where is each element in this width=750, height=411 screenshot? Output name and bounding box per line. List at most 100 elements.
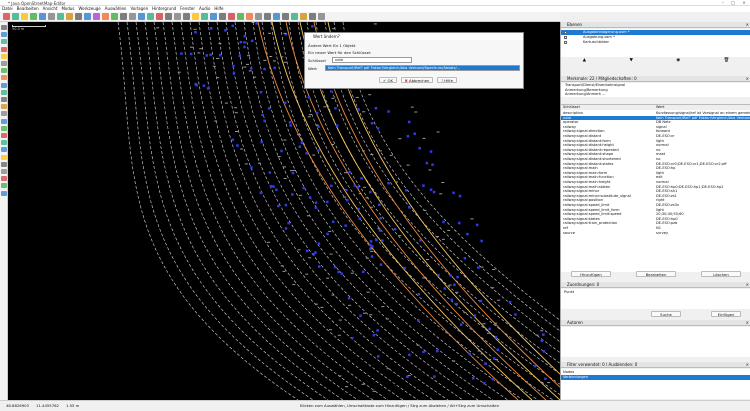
toolbar-button-icon[interactable] <box>48 13 55 20</box>
signal-node[interactable] <box>287 221 290 225</box>
signal-node[interactable] <box>433 375 436 378</box>
mode-button-icon[interactable] <box>1 61 7 66</box>
signal-node[interactable] <box>189 52 193 56</box>
signal-node[interactable] <box>358 217 362 220</box>
mode-button-icon[interactable] <box>1 39 7 45</box>
signal-node[interactable] <box>317 242 321 245</box>
signal-node[interactable] <box>348 170 351 174</box>
signal-node[interactable] <box>333 265 337 269</box>
signal-node[interactable] <box>263 67 266 71</box>
signal-node[interactable] <box>477 266 480 269</box>
mode-button-icon[interactable] <box>1 46 7 52</box>
signal-node[interactable] <box>387 110 390 113</box>
signal-node[interactable] <box>268 171 272 174</box>
signal-node[interactable] <box>378 203 381 207</box>
signal-node[interactable] <box>437 273 440 277</box>
mode-button-icon[interactable] <box>1 183 7 189</box>
filter-row[interactable]: Nodes <box>561 370 750 375</box>
toolbar-button-icon[interactable] <box>93 13 100 20</box>
signal-node[interactable] <box>272 185 275 188</box>
mode-button-icon[interactable] <box>1 133 7 138</box>
selection-panel-header[interactable]: Merkmale: 22 / Mitgliedschaften: 0 × <box>561 76 750 82</box>
signal-node[interactable] <box>236 144 239 147</box>
toolbar-button-icon[interactable] <box>39 13 46 20</box>
signal-node[interactable] <box>514 313 517 316</box>
signal-node[interactable] <box>473 314 476 317</box>
toolbar-button-icon[interactable] <box>219 13 226 20</box>
signal-node[interactable] <box>326 232 329 236</box>
tag-row[interactable]: source survey <box>561 231 750 236</box>
signal-node[interactable] <box>408 206 411 209</box>
signal-node[interactable] <box>317 125 320 128</box>
mode-button-icon[interactable] <box>1 176 7 182</box>
signal-node[interactable] <box>362 270 365 274</box>
cancel-button[interactable]: ✖ Abbrechen <box>401 77 433 83</box>
ok-button[interactable]: ✔ OK <box>379 77 397 83</box>
signal-node[interactable] <box>243 45 246 49</box>
signal-node[interactable] <box>314 206 318 210</box>
signal-node[interactable] <box>376 127 380 130</box>
signal-node[interactable] <box>232 72 236 75</box>
toolbar-button-icon[interactable] <box>273 13 280 20</box>
signal-node[interactable] <box>372 334 376 337</box>
toolbar-button-icon[interactable] <box>210 13 217 20</box>
signal-node[interactable] <box>387 182 390 185</box>
layer-row[interactable]: Ausgabung.osm * <box>561 35 750 40</box>
signal-node[interactable] <box>360 177 363 180</box>
signal-node[interactable] <box>298 145 302 148</box>
filter-row[interactable]: Verbindungen <box>561 375 750 380</box>
layers-panel-header[interactable]: Ebenen × <box>561 22 750 28</box>
signal-node[interactable] <box>334 107 337 110</box>
signal-node[interactable] <box>417 293 421 296</box>
signal-node[interactable] <box>345 188 348 192</box>
track-line[interactable] <box>117 22 299 400</box>
signal-node[interactable] <box>406 135 410 138</box>
relation-item[interactable]: Punkt <box>564 290 574 294</box>
mode-button-icon[interactable] <box>1 68 7 74</box>
authors-panel-header[interactable]: Autoren × <box>561 320 750 326</box>
toolbar-button-icon[interactable] <box>57 13 64 20</box>
signal-node[interactable] <box>542 350 546 353</box>
signal-node[interactable] <box>369 190 372 194</box>
signal-node[interactable] <box>405 189 408 192</box>
signal-node[interactable] <box>422 184 425 187</box>
move-up-icon[interactable]: ▲ <box>583 58 586 65</box>
toolbar-button-icon[interactable] <box>318 13 325 20</box>
toolbar-button-icon[interactable] <box>183 13 190 20</box>
toolbar-button-icon[interactable] <box>147 13 154 20</box>
signal-node[interactable] <box>275 188 278 192</box>
signal-node[interactable] <box>436 349 439 353</box>
signal-node[interactable] <box>376 329 379 332</box>
track-line[interactable] <box>135 22 329 400</box>
signal-node[interactable] <box>340 272 344 276</box>
signal-node[interactable] <box>250 67 253 70</box>
signal-node[interactable] <box>335 124 339 127</box>
signal-node[interactable] <box>496 348 500 352</box>
signal-node[interactable] <box>205 54 209 57</box>
signal-node[interactable] <box>393 227 397 231</box>
toolbar-button-icon[interactable] <box>75 13 82 20</box>
signal-node[interactable] <box>432 190 436 194</box>
signal-node[interactable] <box>314 251 317 254</box>
tags-table[interactable]: Schlüssel Wert description Kurzfassung/sign… <box>561 104 750 272</box>
layer-visibility-icon[interactable] <box>564 35 567 39</box>
signal-node[interactable] <box>443 287 447 290</box>
mode-button-icon[interactable] <box>1 190 7 196</box>
signal-node[interactable] <box>456 275 459 279</box>
signal-node[interactable] <box>369 247 372 251</box>
toolbar-button-icon[interactable] <box>84 13 91 20</box>
signal-node[interactable] <box>331 220 335 224</box>
mode-button-icon[interactable] <box>1 104 7 110</box>
signal-node[interactable] <box>494 335 498 339</box>
signal-node[interactable] <box>289 124 292 127</box>
toolbar-button-icon[interactable] <box>3 13 10 20</box>
signal-node[interactable] <box>450 298 454 302</box>
mode-button-icon[interactable] <box>1 161 7 167</box>
signal-node[interactable] <box>408 353 411 357</box>
signal-node[interactable] <box>508 300 512 304</box>
eye-icon[interactable]: ◉ <box>676 58 680 65</box>
signal-node[interactable] <box>210 27 213 30</box>
signal-node[interactable] <box>267 107 271 110</box>
signal-node[interactable] <box>468 352 471 356</box>
signal-node[interactable] <box>417 319 420 322</box>
